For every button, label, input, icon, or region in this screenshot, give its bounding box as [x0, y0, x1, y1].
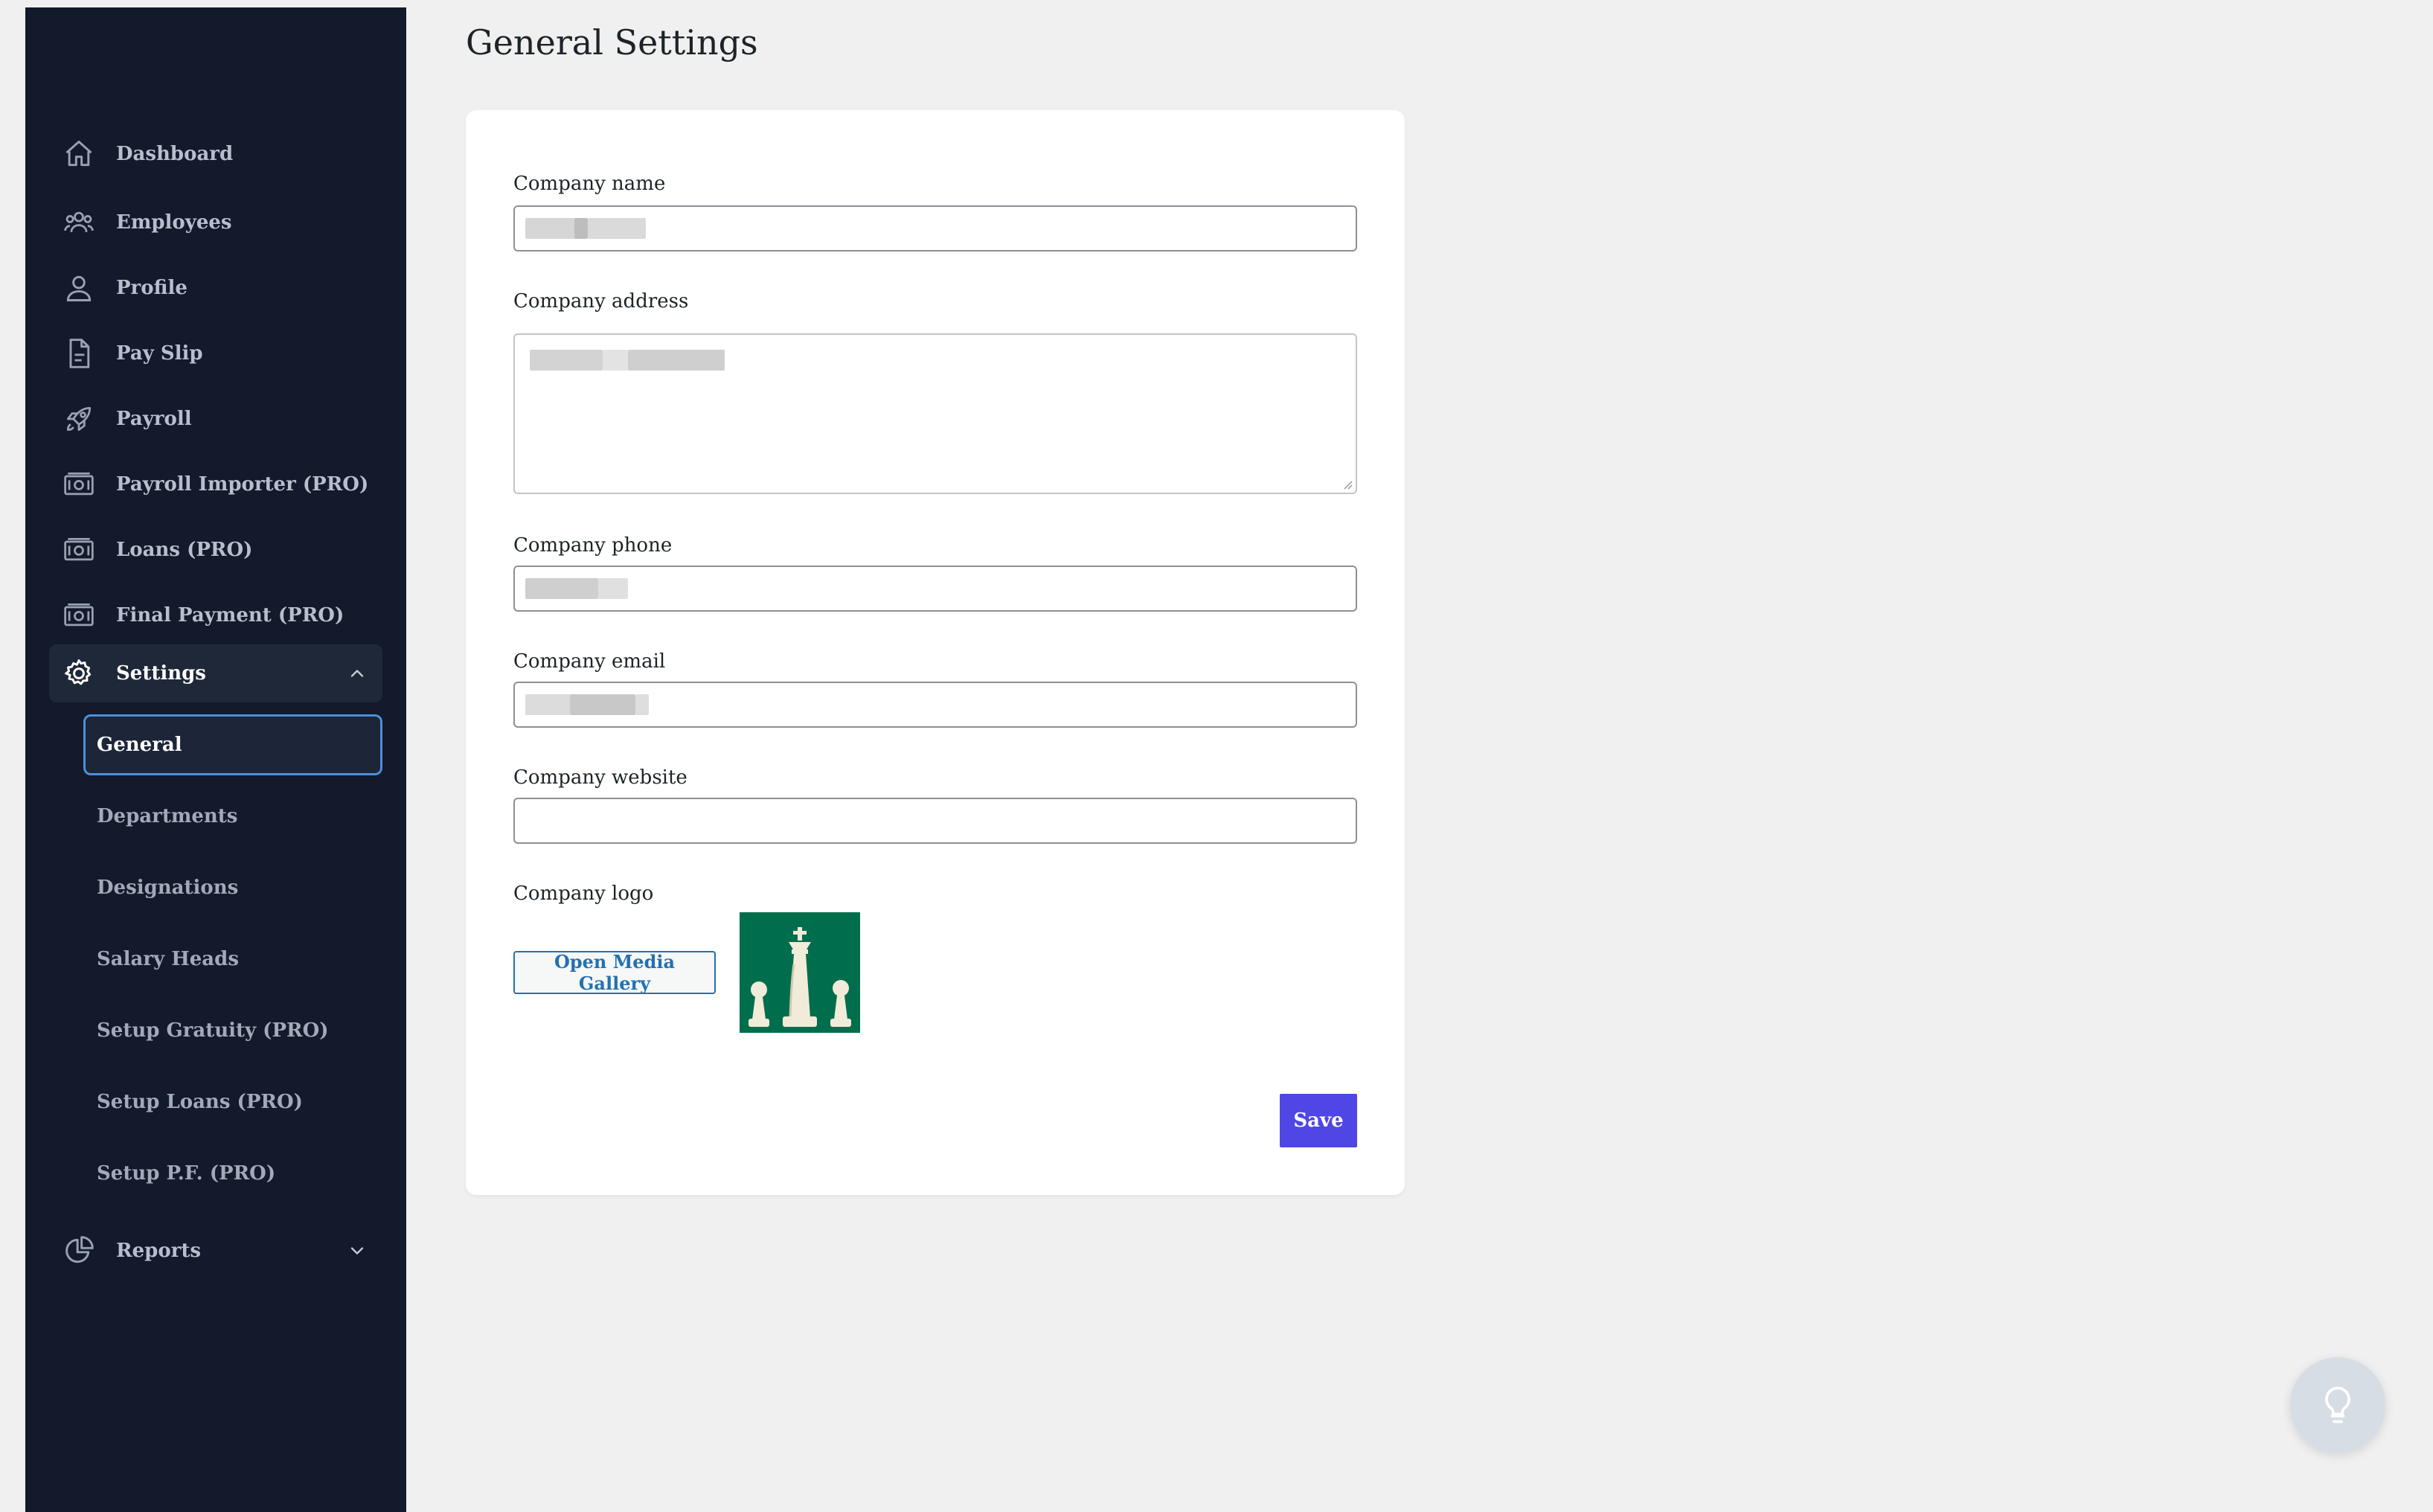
submenu-item-label: Setup Gratuity (PRO) [97, 1019, 329, 1042]
redacted-text [525, 218, 576, 239]
redacted-text [525, 694, 570, 715]
home-icon [62, 138, 95, 170]
submenu-item-label: Setup P.F. (PRO) [97, 1162, 276, 1185]
redacted-text [530, 350, 603, 371]
open-media-gallery-button[interactable]: Open Media Gallery [513, 951, 716, 994]
sidebar: Dashboard Employees Profile Pay Slip Pay [25, 7, 406, 1512]
resize-handle-icon[interactable] [1341, 478, 1353, 490]
sidebar-item-profile[interactable]: Profile [49, 259, 382, 317]
company-address-textarea[interactable] [513, 333, 1357, 494]
chevron-down-icon [347, 1240, 368, 1261]
sidebar-item-label: Dashboard [116, 143, 234, 165]
sidebar-item-label: Loans (PRO) [116, 539, 253, 561]
sidebar-item-label: Payroll Importer (PRO) [116, 473, 369, 496]
submenu-item-label: Designations [97, 877, 239, 899]
submenu-item-salary-heads[interactable]: Salary Heads [83, 929, 382, 990]
company-website-input[interactable] [513, 798, 1357, 844]
redacted-text [603, 350, 628, 371]
sidebar-item-reports[interactable]: Reports [49, 1222, 382, 1280]
submenu-item-label: Salary Heads [97, 948, 239, 970]
page-title: General Settings [466, 22, 758, 63]
submenu-item-label: Setup Loans (PRO) [97, 1091, 303, 1113]
submenu-item-setup-gratuity[interactable]: Setup Gratuity (PRO) [83, 1000, 382, 1061]
redacted-text [588, 218, 646, 239]
company-address-label: Company address [513, 290, 689, 313]
sidebar-item-payroll[interactable]: Payroll [49, 390, 382, 448]
chess-pieces-icon [740, 912, 860, 1033]
company-phone-input[interactable] [513, 566, 1357, 612]
sidebar-item-dashboard[interactable]: Dashboard [49, 125, 382, 183]
submenu-item-setup-loans[interactable]: Setup Loans (PRO) [83, 1071, 382, 1133]
company-name-label: Company name [513, 173, 666, 195]
chevron-up-icon [347, 663, 368, 684]
rocket-icon [62, 403, 95, 435]
sidebar-item-payroll-importer[interactable]: Payroll Importer (PRO) [49, 455, 382, 513]
sidebar-item-final-payment[interactable]: Final Payment (PRO) [49, 586, 382, 644]
gear-icon [62, 657, 95, 690]
submenu-item-departments[interactable]: Departments [83, 786, 382, 847]
submenu-item-setup-pf[interactable]: Setup P.F. (PRO) [83, 1143, 382, 1204]
sidebar-item-label: Reports [116, 1240, 202, 1262]
company-website-label: Company website [513, 766, 687, 789]
company-email-input[interactable] [513, 682, 1357, 728]
submenu-item-label: Departments [97, 805, 238, 827]
redacted-text [525, 578, 598, 599]
redacted-text [628, 350, 725, 371]
pie-chart-icon [62, 1234, 95, 1267]
help-button[interactable] [2290, 1357, 2385, 1452]
sidebar-item-label: Pay Slip [116, 342, 203, 365]
sidebar-item-employees[interactable]: Employees [49, 193, 382, 252]
redacted-text [570, 694, 635, 715]
sidebar-item-loans[interactable]: Loans (PRO) [49, 521, 382, 579]
redacted-text [598, 578, 628, 599]
redacted-text [574, 218, 588, 239]
submenu-item-designations[interactable]: Designations [83, 857, 382, 918]
settings-form-card: Company name Company address Company pho… [466, 110, 1405, 1195]
sidebar-item-label: Settings [116, 662, 206, 685]
submenu-item-general[interactable]: General [83, 714, 382, 775]
sidebar-item-label: Employees [116, 211, 232, 234]
sidebar-item-label: Profile [116, 277, 187, 299]
sidebar-item-label: Final Payment (PRO) [116, 604, 344, 627]
banknote-icon [62, 534, 95, 566]
redacted-text [635, 694, 649, 715]
company-logo-label: Company logo [513, 882, 654, 905]
banknote-icon [62, 468, 95, 501]
submenu-item-label: General [97, 734, 182, 756]
company-phone-label: Company phone [513, 534, 673, 557]
sidebar-item-settings[interactable]: Settings [49, 644, 382, 702]
sidebar-item-label: Payroll [116, 408, 192, 430]
banknote-icon [62, 599, 95, 632]
user-icon [62, 272, 95, 304]
company-name-input[interactable] [513, 205, 1357, 252]
lightbulb-icon [2325, 1386, 2350, 1423]
users-icon [62, 206, 95, 239]
document-icon [62, 337, 95, 370]
sidebar-item-pay-slip[interactable]: Pay Slip [49, 324, 382, 382]
app-root: Dashboard Employees Profile Pay Slip Pay [0, 0, 2433, 1512]
company-logo-image [740, 912, 860, 1033]
company-email-label: Company email [513, 650, 666, 673]
save-button[interactable]: Save [1280, 1094, 1357, 1147]
